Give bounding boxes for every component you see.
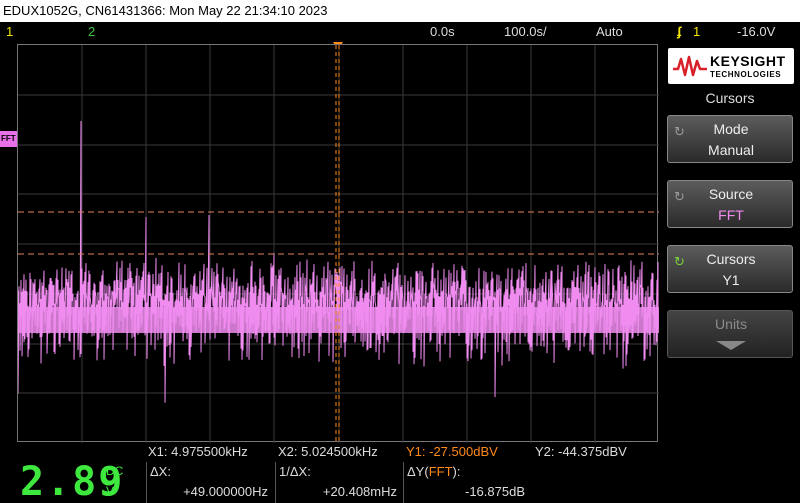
chevron-down-icon (716, 341, 746, 350)
title-text: EDUX1052G, CN61431366: Mon May 22 21:34:… (3, 3, 328, 18)
trigger-mode-readout: Auto (596, 24, 623, 39)
waveform-display[interactable] (17, 44, 659, 443)
mode-softkey-label: Mode (713, 121, 749, 137)
fft-reference-marker: FFT (0, 131, 22, 147)
units-softkey[interactable]: Units (667, 310, 793, 358)
title-bar: EDUX1052G, CN61431366: Mon May 22 21:34:… (0, 0, 800, 22)
time-scale-readout: 100.0s/ (504, 24, 547, 39)
trigger-edge-icon: ʄ (677, 24, 682, 39)
trigger-source-readout: 1 (693, 24, 701, 39)
divider (403, 462, 404, 503)
delta-y-value: -16.875dB (465, 484, 525, 499)
keysight-logo: KEYSIGHT TECHNOLOGIES (668, 48, 794, 84)
cursor-x2-readout: X2: 5.024500kHz (278, 444, 378, 459)
source-softkey-label: Source (708, 186, 754, 202)
mode-softkey-value: Manual (708, 142, 754, 158)
channel-2-indicator[interactable]: 2 (88, 22, 95, 42)
units-softkey-label: Units (715, 316, 747, 332)
cursor-x1-readout: X1: 4.975500kHz (148, 444, 248, 459)
cursors-softkey-value: Y1 (722, 272, 740, 288)
inverse-delta-x-label: 1/ΔX: (279, 464, 311, 479)
delta-y-label: ΔY(FFT): (407, 464, 460, 479)
trigger-level-readout: -16.0V (737, 24, 776, 39)
source-softkey-value: FFT (718, 207, 744, 223)
cursors-softkey[interactable]: ↻ Cursors Y1 (667, 245, 793, 293)
time-delay-readout: 0.0s (430, 24, 455, 39)
divider (275, 462, 276, 503)
delta-y-suffix: ): (452, 464, 461, 479)
status-bar: 1 2 0.0s 100.0s/ Auto ʄ 1 -16.0V (0, 22, 800, 42)
delta-x-value: +49.000000Hz (183, 484, 268, 499)
softkey-panel: KEYSIGHT TECHNOLOGIES Cursors ↻ Mode Man… (660, 42, 800, 503)
delta-y-prefix: ΔY( (407, 464, 429, 479)
divider (146, 462, 147, 503)
cursor-y2-readout: Y2: -44.375dBV (535, 444, 627, 459)
logo-name: KEYSIGHT (710, 53, 786, 69)
measurement-bar: 2.89 DC V ΔX: +49.000000Hz 1/ΔX: +20.408… (0, 460, 660, 503)
keysight-wave-icon (673, 55, 707, 77)
mode-softkey[interactable]: ↻ Mode Manual (667, 115, 793, 163)
source-softkey[interactable]: ↻ Source FFT (667, 180, 793, 228)
delta-y-source: FFT (428, 464, 453, 479)
cursor-y1-readout: Y1: -27.500dBV (406, 444, 498, 459)
dvm-mode: DC (106, 464, 124, 478)
menu-title: Cursors (705, 90, 755, 106)
cursors-softkey-label: Cursors (706, 251, 756, 267)
inverse-delta-x-value: +20.408mHz (322, 484, 397, 499)
delta-x-label: ΔX: (150, 464, 171, 479)
cursor-lines (18, 45, 659, 443)
channel-1-indicator[interactable]: 1 (6, 22, 13, 42)
logo-subtitle: TECHNOLOGIES (710, 70, 782, 79)
fft-marker-label: FFT (1, 134, 16, 143)
dvm-unit: V (106, 484, 115, 498)
